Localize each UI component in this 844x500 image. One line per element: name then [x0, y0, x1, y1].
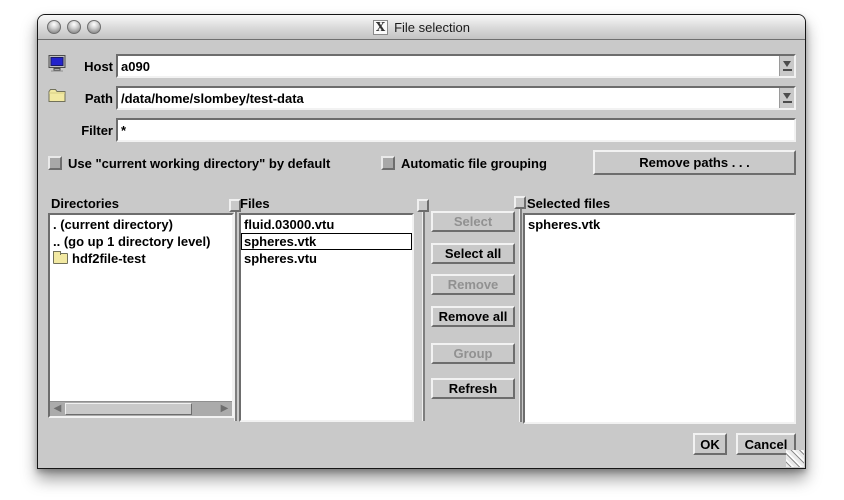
list-item-label: . (current directory) — [53, 216, 173, 233]
filter-field-frame — [116, 118, 796, 142]
computer-icon — [48, 55, 67, 72]
list-item-label: fluid.03000.vtu — [244, 216, 334, 233]
x11-logo-icon: X — [373, 20, 388, 35]
files-pane: fluid.03000.vtuspheres.vtkspheres.vtu — [239, 213, 414, 422]
ok-button[interactable]: OK — [693, 433, 727, 455]
select-all-button[interactable]: Select all — [431, 243, 515, 264]
zoom-button[interactable] — [87, 20, 101, 34]
auto-grouping-label[interactable]: Automatic file grouping — [401, 156, 547, 171]
use-cwd-checkbox[interactable] — [48, 156, 62, 170]
path-dropdown-arrow-icon[interactable] — [779, 88, 794, 108]
list-item-label: .. (go up 1 directory level) — [53, 233, 210, 250]
scroll-left-icon[interactable]: ◀ — [50, 402, 65, 416]
directories-header: Directories — [51, 196, 119, 211]
host-label: Host — [68, 59, 113, 74]
filter-input[interactable] — [118, 120, 794, 140]
close-button[interactable] — [47, 20, 61, 34]
group-button[interactable]: Group — [431, 343, 515, 364]
host-input[interactable] — [118, 56, 779, 76]
list-item[interactable]: spheres.vtu — [241, 250, 412, 267]
resize-grip[interactable] — [786, 450, 804, 467]
title-group: X File selection — [373, 20, 470, 35]
use-cwd-label[interactable]: Use "current working directory" by defau… — [68, 156, 330, 171]
pane-sash-handle[interactable] — [514, 196, 526, 209]
list-item[interactable]: fluid.03000.vtu — [241, 216, 412, 233]
pane-sash-track[interactable] — [422, 199, 425, 421]
list-item[interactable]: spheres.vtk — [525, 216, 794, 233]
path-label: Path — [68, 91, 113, 106]
files-header: Files — [240, 196, 270, 211]
minimize-button[interactable] — [67, 20, 81, 34]
path-field-frame — [116, 86, 796, 110]
list-item-label: hdf2file-test — [72, 250, 146, 267]
list-item[interactable]: . (current directory) — [50, 216, 232, 233]
pane-sash-track[interactable] — [234, 199, 237, 421]
scrollbar-thumb[interactable] — [65, 403, 192, 415]
filter-label: Filter — [68, 123, 113, 138]
folder-icon — [48, 88, 67, 105]
select-button[interactable]: Select — [431, 211, 515, 232]
list-item[interactable]: .. (go up 1 directory level) — [50, 233, 232, 250]
pane-sash-handle[interactable] — [417, 199, 429, 212]
list-item-label: spheres.vtk — [244, 233, 316, 250]
directories-pane: . (current directory).. (go up 1 directo… — [48, 213, 234, 418]
folder-icon — [53, 253, 68, 264]
directories-list[interactable]: . (current directory).. (go up 1 directo… — [50, 215, 232, 401]
host-field-frame — [116, 54, 796, 78]
pane-sash-handle[interactable] — [229, 199, 241, 212]
window-title: File selection — [394, 20, 470, 35]
refresh-button[interactable]: Refresh — [431, 378, 515, 399]
list-item-label: spheres.vtu — [244, 250, 317, 267]
remove-button[interactable]: Remove — [431, 274, 515, 295]
traffic-lights — [47, 20, 101, 34]
list-item[interactable]: hdf2file-test — [50, 250, 232, 267]
selected-files-header: Selected files — [527, 196, 610, 211]
list-item[interactable]: spheres.vtk — [241, 233, 412, 250]
remove-all-button[interactable]: Remove all — [431, 306, 515, 327]
selected-files-pane: spheres.vtk — [523, 213, 796, 424]
remove-paths-button[interactable]: Remove paths . . . — [593, 150, 796, 175]
list-item-label: spheres.vtk — [528, 216, 600, 233]
path-input[interactable] — [118, 88, 779, 108]
selected-files-list[interactable]: spheres.vtk — [525, 215, 794, 422]
file-selection-window: X File selection Host Path Filter Use "c… — [37, 14, 806, 469]
host-dropdown-arrow-icon[interactable] — [779, 56, 794, 76]
files-list[interactable]: fluid.03000.vtuspheres.vtkspheres.vtu — [241, 215, 412, 420]
directories-hscrollbar[interactable]: ◀ ▶ — [50, 401, 232, 416]
titlebar[interactable]: X File selection — [38, 15, 805, 40]
scroll-right-icon[interactable]: ▶ — [217, 402, 232, 416]
auto-grouping-checkbox[interactable] — [381, 156, 395, 170]
pane-sash-track[interactable] — [519, 196, 522, 422]
